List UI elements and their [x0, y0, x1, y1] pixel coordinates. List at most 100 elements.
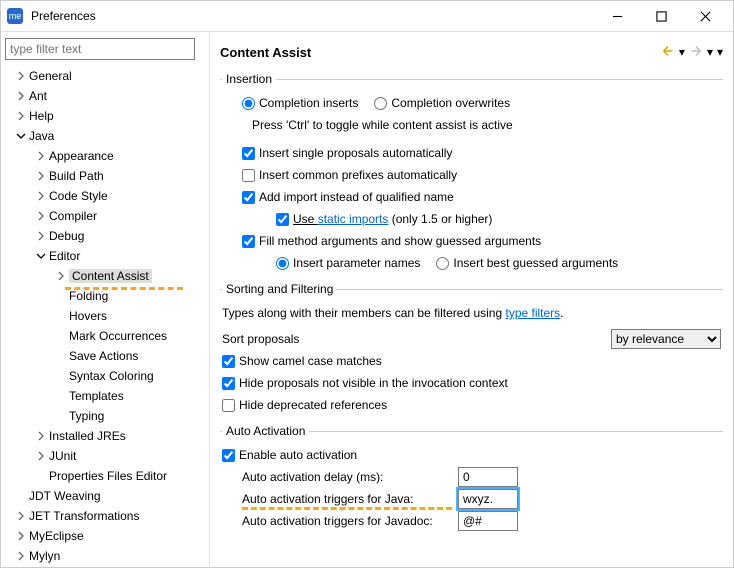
- minimize-button[interactable]: [595, 1, 639, 31]
- chevron-right-icon[interactable]: [33, 151, 49, 161]
- page-title: Content Assist: [220, 45, 661, 60]
- insert-best-radio[interactable]: Insert best guessed arguments: [436, 256, 618, 270]
- tree-item-help[interactable]: Help: [5, 106, 205, 126]
- completion-overwrites-radio[interactable]: Completion overwrites: [374, 96, 510, 110]
- tree-label: Typing: [69, 409, 104, 423]
- tree-label: MyEclipse: [29, 529, 84, 543]
- window-title: Preferences: [31, 9, 595, 23]
- tree-item-save-actions[interactable]: Save Actions: [5, 346, 205, 366]
- tree-label: JET Transformations: [29, 509, 139, 523]
- jdoc-triggers-input[interactable]: [458, 511, 518, 531]
- hide-dep-check[interactable]: Hide deprecated references: [222, 398, 387, 412]
- tree-label: Content Assist: [69, 269, 152, 283]
- chevron-right-icon[interactable]: [33, 431, 49, 441]
- chevron-right-icon[interactable]: [13, 511, 29, 521]
- tree-item-general[interactable]: General: [5, 66, 205, 86]
- delay-label: Auto activation delay (ms):: [242, 470, 452, 484]
- auto-group: Auto Activation Enable auto activation A…: [220, 424, 723, 534]
- enable-auto-check[interactable]: Enable auto activation: [222, 448, 357, 462]
- jdoc-triggers-label: Auto activation triggers for Javadoc:: [242, 514, 452, 528]
- forward-dropdown-icon[interactable]: ▾: [707, 45, 713, 59]
- tree-item-junit[interactable]: JUnit: [5, 446, 205, 466]
- tree-label: Java: [29, 129, 54, 143]
- chevron-right-icon[interactable]: [33, 211, 49, 221]
- toggle-hint: Press 'Ctrl' to toggle while content ass…: [252, 118, 513, 132]
- tree-item-ant[interactable]: Ant: [5, 86, 205, 106]
- tree-item-appearance[interactable]: Appearance: [5, 146, 205, 166]
- insertion-legend: Insertion: [222, 72, 276, 86]
- use-static-check[interactable]: Use static imports (only 1.5 or higher): [276, 212, 492, 226]
- chevron-right-icon[interactable]: [33, 231, 49, 241]
- insertion-group: Insertion Completion inserts Completion …: [220, 72, 723, 276]
- nav-icons: ▾ ▾ ▾: [661, 44, 723, 61]
- maximize-button[interactable]: [639, 1, 683, 31]
- tree-label: Build Path: [49, 169, 104, 183]
- java-triggers-input[interactable]: [458, 489, 518, 509]
- tree-item-myeclipse[interactable]: MyEclipse: [5, 526, 205, 546]
- delay-input[interactable]: [458, 467, 518, 487]
- chevron-right-icon[interactable]: [53, 271, 69, 281]
- fill-method-check[interactable]: Fill method arguments and show guessed a…: [242, 234, 541, 248]
- insert-single-check[interactable]: Insert single proposals automatically: [242, 146, 452, 160]
- chevron-right-icon[interactable]: [33, 451, 49, 461]
- tree-label: Syntax Coloring: [69, 369, 154, 383]
- add-import-check[interactable]: Add import instead of qualified name: [242, 190, 454, 204]
- tree-label: Mark Occurrences: [69, 329, 167, 343]
- chevron-right-icon[interactable]: [33, 171, 49, 181]
- tree-item-compiler[interactable]: Compiler: [5, 206, 205, 226]
- sort-select[interactable]: by relevance: [611, 329, 721, 349]
- tree-item-java[interactable]: Java: [5, 126, 205, 146]
- tree-item-hovers[interactable]: Hovers: [5, 306, 205, 326]
- tree-item-jet-transformations[interactable]: JET Transformations: [5, 506, 205, 526]
- close-button[interactable]: [683, 1, 727, 31]
- tree-item-content-assist[interactable]: Content Assist: [5, 266, 205, 286]
- chevron-down-icon[interactable]: [13, 131, 29, 141]
- tree-label: Folding: [69, 289, 108, 303]
- tree-item-debug[interactable]: Debug: [5, 226, 205, 246]
- tree-label: JUnit: [49, 449, 76, 463]
- menu-dropdown-icon[interactable]: ▾: [717, 45, 723, 59]
- tree-item-templates[interactable]: Templates: [5, 386, 205, 406]
- tree: General Ant Help Java Appearance Build Path Co…: [5, 66, 205, 566]
- tree-item-installed-jres[interactable]: Installed JREs: [5, 426, 205, 446]
- tree-item-typing[interactable]: Typing: [5, 406, 205, 426]
- chevron-right-icon[interactable]: [13, 91, 29, 101]
- completion-inserts-radio[interactable]: Completion inserts: [242, 96, 358, 110]
- tree-item-mark-occurrences[interactable]: Mark Occurrences: [5, 326, 205, 346]
- type-filters-link[interactable]: type filters: [505, 306, 560, 320]
- tree-item-build-path[interactable]: Build Path: [5, 166, 205, 186]
- chevron-right-icon[interactable]: [13, 111, 29, 121]
- tree-item-mylyn[interactable]: Mylyn: [5, 546, 205, 566]
- camel-check[interactable]: Show camel case matches: [222, 354, 382, 368]
- tree-label: Debug: [49, 229, 84, 243]
- tree-label: Hovers: [69, 309, 107, 323]
- app-icon: me: [7, 8, 23, 24]
- back-icon[interactable]: [661, 44, 675, 61]
- forward-icon[interactable]: [689, 44, 703, 61]
- java-triggers-label: Auto activation triggers for Java:: [242, 492, 452, 506]
- tree-label: General: [29, 69, 72, 83]
- tree-item-properties-files-editor[interactable]: Properties Files Editor: [5, 466, 205, 486]
- filter-input[interactable]: [5, 38, 195, 60]
- type-filters-hint: Types along with their members can be fi…: [222, 306, 564, 320]
- tree-item-editor[interactable]: Editor: [5, 246, 205, 266]
- chevron-right-icon[interactable]: [33, 191, 49, 201]
- chevron-down-icon[interactable]: [33, 251, 49, 261]
- tree-label: Compiler: [49, 209, 97, 223]
- hide-nv-check[interactable]: Hide proposals not visible in the invoca…: [222, 376, 508, 390]
- insert-param-radio[interactable]: Insert parameter names: [276, 256, 420, 270]
- tree-item-jdt-weaving[interactable]: JDT Weaving: [5, 486, 205, 506]
- chevron-right-icon[interactable]: [13, 551, 29, 561]
- tree-item-code-style[interactable]: Code Style: [5, 186, 205, 206]
- tree-label: Mylyn: [29, 549, 60, 563]
- tree-label: Ant: [29, 89, 47, 103]
- auto-legend: Auto Activation: [222, 424, 309, 438]
- tree-label: Properties Files Editor: [49, 469, 167, 483]
- insert-common-check[interactable]: Insert common prefixes automatically: [242, 168, 457, 182]
- tree-item-syntax-coloring[interactable]: Syntax Coloring: [5, 366, 205, 386]
- sidebar: General Ant Help Java Appearance Build Path Co…: [1, 32, 210, 568]
- chevron-right-icon[interactable]: [13, 71, 29, 81]
- chevron-right-icon[interactable]: [13, 531, 29, 541]
- tree-label: Code Style: [49, 189, 108, 203]
- back-dropdown-icon[interactable]: ▾: [679, 45, 685, 59]
